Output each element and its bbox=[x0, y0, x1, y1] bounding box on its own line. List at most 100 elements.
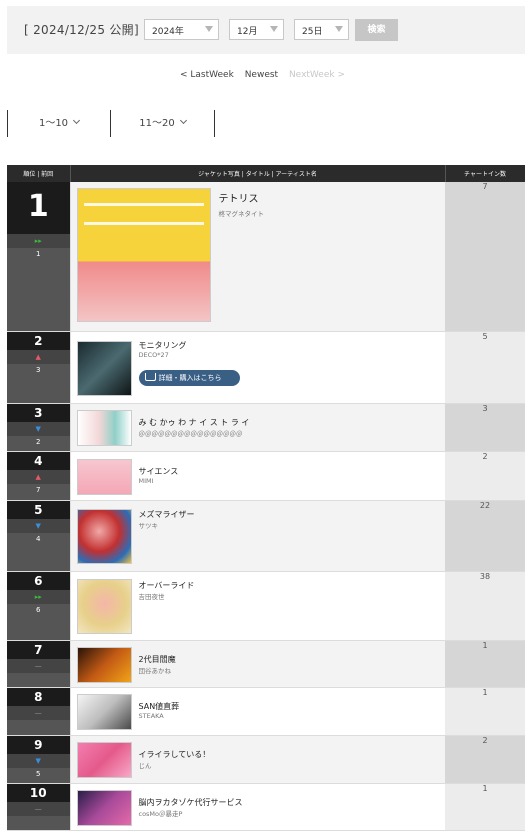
table-row[interactable]: 4 ▲ 7 サイエンス MIMI 2 bbox=[7, 451, 525, 501]
chart-in-count: 2 bbox=[445, 451, 525, 501]
table-row[interactable]: 7—2代目閻魔 団谷あかね 1 bbox=[7, 640, 525, 688]
search-bar: [ 2024/12/25 公開] 2024年 12月 25日 検索 bbox=[7, 6, 525, 54]
chart-in-count: 1 bbox=[445, 687, 525, 736]
table-row[interactable]: 3 ▼ 2 み む かゥ わ ナ イ ス ト ラ イ＠＠＠＠＠＠＠＠＠＠＠＠＠＠＠＠ 3 bbox=[7, 403, 525, 452]
week-navigation: < LastWeek Newest NextWeek > bbox=[0, 70, 525, 80]
artist-name[interactable]: cosMo＠暴走P bbox=[139, 808, 183, 818]
tab-range-11-20[interactable]: 11〜20 bbox=[110, 110, 214, 137]
song-title[interactable]: オーバーライド bbox=[139, 580, 195, 591]
artist-name[interactable]: サツキ bbox=[139, 520, 159, 530]
table-row[interactable]: 10— 脳内ヲカタゾケ代行サービス cosMo＠暴走P 1 bbox=[7, 783, 525, 831]
rank-cell: 1 ▸▸ 1 bbox=[7, 182, 71, 332]
jacket-image[interactable] bbox=[76, 409, 132, 446]
rank-number: 5 bbox=[7, 500, 70, 519]
tab-range-label: 1〜10 bbox=[38, 118, 69, 129]
jacket-image[interactable] bbox=[76, 188, 211, 322]
artist-name[interactable]: DECO*27 bbox=[139, 351, 169, 359]
rank-column-header: 順位 | 前回 bbox=[7, 165, 71, 182]
tab-divider bbox=[214, 110, 215, 137]
tab-range-1-10[interactable]: 1〜10 bbox=[7, 110, 110, 137]
previous-rank: 2 bbox=[36, 437, 41, 446]
artist-name[interactable]: じん bbox=[139, 760, 152, 770]
rank-cell: 5 ▼ 4 bbox=[7, 500, 71, 572]
rank-change-icon: — bbox=[7, 705, 70, 720]
table-header-row: 順位 | 前回 ジャケット写真 | タイトル | アーティスト名 チャートイン数 bbox=[7, 165, 525, 182]
previous-rank bbox=[7, 720, 70, 732]
cart-icon bbox=[144, 372, 156, 381]
table-row[interactable]: 1 ▸▸ 1 テトリス 柊マグネタイト 7 bbox=[7, 182, 525, 332]
previous-rank bbox=[7, 816, 70, 828]
song-title[interactable]: SAN値直葬 bbox=[139, 701, 180, 712]
info-column-header: ジャケット写真 | タイトル | アーティスト名 bbox=[70, 165, 446, 182]
year-select[interactable]: 2024年 bbox=[144, 19, 219, 40]
artist-name[interactable]: MIMI bbox=[139, 477, 154, 485]
jacket-image[interactable] bbox=[76, 693, 132, 730]
chevron-down-icon bbox=[205, 26, 213, 32]
day-select-value: 25日 bbox=[302, 27, 323, 37]
jacket-image[interactable] bbox=[76, 340, 132, 396]
jacket-image[interactable] bbox=[76, 741, 132, 778]
song-title[interactable]: サイエンス bbox=[139, 466, 179, 477]
jacket-image[interactable] bbox=[76, 578, 132, 634]
jacket-image[interactable] bbox=[76, 508, 132, 564]
next-week-link: NextWeek > bbox=[288, 70, 345, 80]
table-row[interactable]: 5 ▼ 4 メズマライザー サツキ 22 bbox=[7, 500, 525, 572]
chevron-down-icon bbox=[179, 116, 187, 125]
rank-change-icon: ▸▸ bbox=[7, 234, 70, 248]
song-title[interactable]: イライラしている！ bbox=[139, 749, 211, 760]
previous-rank bbox=[7, 673, 70, 685]
day-select[interactable]: 25日 bbox=[294, 19, 349, 40]
rank-cell: 3 ▼ 2 bbox=[7, 403, 71, 452]
artist-name[interactable]: 吉田夜世 bbox=[139, 591, 165, 601]
song-info-cell: テトリス柊マグネタイト bbox=[70, 182, 445, 332]
newest-link[interactable]: Newest bbox=[245, 70, 278, 80]
rank-cell: 6 ▸▸ 6 bbox=[7, 571, 71, 641]
search-button[interactable]: 検索 bbox=[355, 19, 398, 41]
month-select-value: 12月 bbox=[237, 27, 258, 37]
previous-rank: 1 bbox=[36, 250, 41, 258]
rank-change-icon: ▼ bbox=[7, 421, 70, 436]
jacket-image[interactable] bbox=[76, 458, 132, 495]
chart-in-count: 38 bbox=[445, 571, 525, 641]
rank-cell: 8— bbox=[7, 687, 71, 736]
artist-name[interactable]: STEAKA bbox=[139, 712, 164, 720]
jacket-image[interactable] bbox=[76, 789, 132, 826]
rank-number: 4 bbox=[7, 451, 70, 470]
buy-details-button[interactable]: 詳細・購入はこちら bbox=[138, 369, 240, 386]
chevron-down-icon bbox=[335, 26, 343, 32]
song-info-cell: 2代目閻魔 団谷あかね bbox=[70, 640, 445, 688]
song-title[interactable]: モニタリング bbox=[139, 340, 187, 351]
last-week-link[interactable]: < LastWeek bbox=[180, 70, 234, 80]
table-row[interactable]: 6 ▸▸ 6 オーバーライド 吉田夜世 38 bbox=[7, 571, 525, 641]
song-title[interactable]: み む かゥ わ ナ イ ス ト ラ イ bbox=[139, 417, 250, 428]
previous-rank: 6 bbox=[36, 605, 41, 614]
rank-cell: 2 ▲ 3 bbox=[7, 331, 71, 404]
jacket-image[interactable] bbox=[76, 646, 132, 683]
chart-in-count: 1 bbox=[445, 783, 525, 831]
previous-rank: 7 bbox=[36, 485, 41, 494]
month-select[interactable]: 12月 bbox=[229, 19, 284, 40]
artist-name[interactable]: ＠＠＠＠＠＠＠＠＠＠＠＠＠＠＠＠ bbox=[139, 428, 243, 438]
song-title[interactable]: 脳内ヲカタゾケ代行サービス bbox=[139, 797, 243, 808]
song-title[interactable]: メズマライザー bbox=[139, 509, 195, 520]
song-info-cell: イライラしている！ じん bbox=[70, 735, 445, 784]
table-row[interactable]: 9 ▼ 5 イライラしている！ じん 2 bbox=[7, 735, 525, 784]
table-row[interactable]: 2 ▲ 3 モニタリング DECO*27 詳細・購入はこちら 5 bbox=[7, 331, 525, 404]
artist-name[interactable]: 柊マグネタイト bbox=[219, 208, 265, 218]
song-title[interactable]: 2代目閻魔 bbox=[139, 654, 176, 665]
song-info-cell: メズマライザー サツキ bbox=[70, 500, 445, 572]
chevron-down-icon bbox=[270, 26, 278, 32]
rank-number: 9 bbox=[7, 735, 70, 754]
song-info-cell: オーバーライド 吉田夜世 bbox=[70, 571, 445, 641]
rank-number: 3 bbox=[7, 403, 70, 422]
rank-number: 8 bbox=[7, 687, 70, 706]
release-date-label: [ 2024/12/25 公開] bbox=[24, 23, 139, 37]
song-title[interactable]: テトリス bbox=[219, 190, 259, 205]
rank-number: 6 bbox=[7, 571, 70, 590]
tab-range-label: 11〜20 bbox=[139, 118, 175, 129]
rank-change-icon: — bbox=[7, 801, 70, 816]
table-row[interactable]: 8— SAN値直葬 STEAKA 1 bbox=[7, 687, 525, 736]
artist-name[interactable]: 団谷あかね bbox=[139, 665, 172, 675]
year-select-value: 2024年 bbox=[152, 27, 184, 37]
rank-change-icon: ▸▸ bbox=[7, 589, 70, 604]
